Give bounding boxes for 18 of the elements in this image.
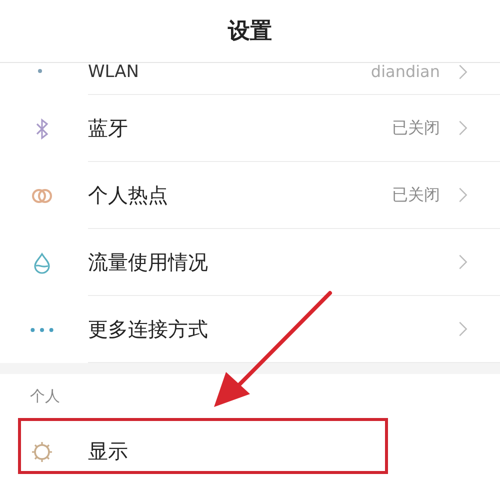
settings-row[interactable]: 显示 — [0, 418, 500, 481]
sun-icon — [30, 440, 54, 464]
row-value: 已关闭 — [392, 184, 440, 206]
row-label: 蓝牙 — [88, 114, 128, 142]
row-label: WLAN — [88, 63, 140, 81]
row-value: diandian — [370, 63, 440, 81]
row-value: 已关闭 — [392, 118, 440, 138]
dots-icon — [30, 328, 54, 332]
row-label: 显示 — [88, 438, 128, 464]
settings-row[interactable]: 个人热点 已关闭 — [0, 162, 500, 229]
screen-title: 设置 — [228, 18, 272, 46]
section-header: 个人 — [29, 386, 60, 406]
settings-row[interactable]: 蓝牙 已关闭 — [0, 95, 500, 162]
settings-row[interactable]: WLAN diandian — [0, 63, 500, 95]
row-label: 更多连接方式 — [88, 316, 208, 342]
row-label: 个人热点 — [88, 182, 168, 208]
row-label: 流量使用情况 — [88, 248, 208, 276]
settings-row[interactable]: 流量使用情况 — [0, 229, 500, 296]
